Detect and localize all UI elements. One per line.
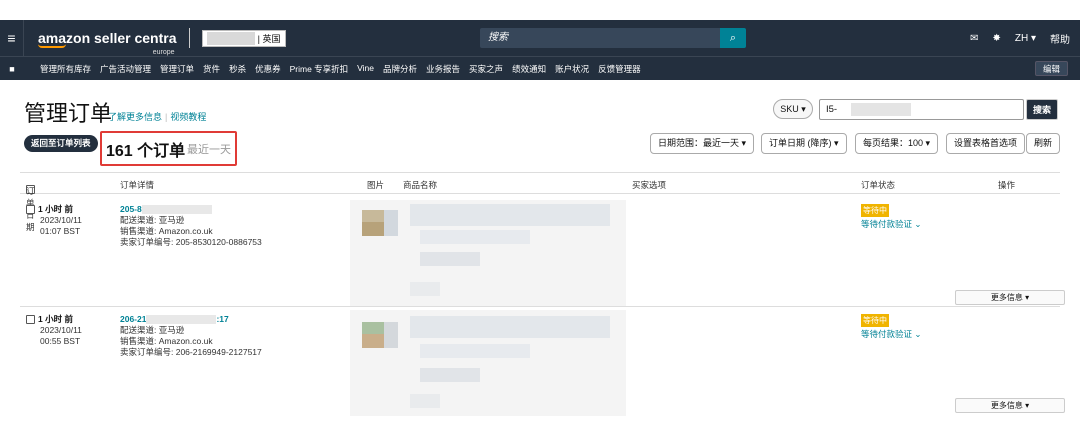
sku-search-input[interactable]: I5-	[819, 99, 1024, 120]
nav-item[interactable]: 优惠券	[255, 63, 281, 75]
nav-item[interactable]: 绩效通知	[512, 63, 546, 75]
help-link[interactable]: 帮助	[1050, 31, 1070, 46]
header-right: ✉ ✸ ZH ▾ 帮助	[970, 20, 1070, 56]
date-range-dropdown[interactable]: 日期范围：最近一天 ▾	[650, 133, 755, 154]
order-details-cell: 205-8 配送渠道: 亚马逊 销售渠道: Amazon.co.uk 卖家订单编…	[120, 204, 262, 248]
learn-more-link[interactable]: 了解更多信息	[108, 112, 162, 122]
col-buyer-options: 买家选项	[632, 180, 667, 190]
divider	[188, 28, 190, 48]
amazon-logo[interactable]: amazon seller centra europe	[38, 31, 177, 56]
menu-icon[interactable]: ≡	[0, 20, 24, 56]
back-to-orders-button[interactable]: 返回至订单列表	[24, 135, 98, 152]
search-button[interactable]: ⌕	[720, 28, 746, 48]
redacted-product	[350, 310, 626, 416]
nav-item[interactable]: 业务报告	[426, 63, 460, 75]
col-product-name: 商品名称	[403, 180, 438, 190]
nav-item[interactable]: Vine	[357, 63, 374, 75]
nav-item[interactable]: 买家之声	[469, 63, 503, 75]
order-count-range: 最近一天	[187, 144, 231, 156]
order-date: 2023/10/11	[40, 325, 82, 335]
redacted-id	[146, 315, 217, 325]
gear-icon[interactable]: ✸	[992, 33, 1000, 44]
more-info-button[interactable]: 更多信息 ▾	[955, 398, 1065, 413]
order-count: 161 个订单	[106, 143, 186, 160]
sku-search-button[interactable]: 搜索	[1026, 99, 1058, 120]
nav-item[interactable]: 秒杀	[229, 63, 246, 75]
col-order-details: 订单详情	[120, 180, 155, 190]
title-links: 了解更多信息 | 视频教程	[108, 110, 206, 123]
order-status-link[interactable]: 等待付款验证 ⌄	[861, 218, 921, 230]
refresh-button[interactable]: 刷新	[1026, 133, 1061, 154]
order-date-cell: 1 小时 前 2023/10/11 01:07 BST	[26, 204, 82, 237]
row-checkbox[interactable]	[26, 315, 35, 325]
table-row: 1 小时 前 2023/10/11 00:55 BST 206-21 :17 配送…	[20, 306, 1065, 418]
order-time: 01:07 BST	[40, 226, 81, 236]
order-status-link[interactable]: 等待付款验证 ⌄	[861, 328, 921, 340]
order-id: 206-21	[120, 314, 147, 324]
redacted-store	[206, 31, 255, 45]
sku-value: I5-	[826, 104, 838, 115]
sku-select[interactable]: SKU ▾	[773, 99, 813, 119]
col-order-status: 订单状态	[861, 180, 896, 190]
nav-item[interactable]: 管理所有库存	[40, 63, 91, 75]
mail-icon[interactable]: ✉	[970, 33, 978, 44]
search-icon: ⌕	[729, 31, 737, 44]
status-badge: 等待中	[861, 204, 889, 217]
smile-icon	[38, 44, 66, 48]
marketplace-label: | 英国	[257, 33, 281, 44]
link-separator: |	[165, 112, 168, 122]
nav-item[interactable]: 账户状况	[555, 63, 589, 75]
nav-item[interactable]: Prime 专享折扣	[290, 63, 349, 75]
row-checkbox[interactable]	[26, 205, 35, 215]
top-bar: ≡ amazon seller centra europe | 英国 搜索 ⌕ …	[0, 20, 1080, 56]
language-selector[interactable]: ZH ▾	[1015, 33, 1036, 44]
redacted-sku	[851, 102, 912, 116]
redacted-id	[141, 205, 212, 215]
video-tutorial-link[interactable]: 视频教程	[170, 112, 206, 122]
order-age: 1 小时 前	[38, 204, 73, 214]
edit-nav-button[interactable]: 编辑	[1034, 61, 1068, 76]
redacted-product	[350, 200, 626, 306]
order-id-link[interactable]: 205-8	[120, 204, 262, 215]
page-title: 管理订单	[24, 101, 113, 126]
nav-item[interactable]: 管理订单	[160, 63, 194, 75]
more-info-button[interactable]: 更多信息 ▾	[955, 290, 1065, 305]
order-id-link[interactable]: 206-21 :17	[120, 314, 262, 325]
order-time: 00:55 BST	[40, 336, 81, 346]
nav-bar: ■ 管理所有库存 广告活动管理 管理订单 货件 秒杀 优惠券 Prime 专享折扣 Vine 品…	[0, 56, 1080, 80]
table-prefs-button[interactable]: 设置表格首选项	[946, 133, 1026, 154]
order-details-cell: 206-21 :17 配送渠道: 亚马逊 销售渠道: Amazon.co.uk 卖…	[120, 314, 262, 358]
nav-item[interactable]: 反馈管理器	[598, 63, 641, 75]
fulfillment-channel: 配送渠道: 亚马逊	[120, 325, 185, 335]
table-row: 1 小时 前 2023/10/11 01:07 BST 205-8 配送渠道: …	[20, 196, 1065, 308]
sales-channel: 销售渠道: Amazon.co.uk	[120, 336, 213, 346]
nav-item[interactable]: 货件	[203, 63, 220, 75]
seller-order-id: 卖家订单编号: 205-8530120-0886753	[120, 237, 262, 247]
status-badge: 等待中	[861, 314, 889, 327]
order-id-tail: :17	[216, 314, 229, 324]
sales-channel: 销售渠道: Amazon.co.uk	[120, 226, 213, 236]
seller-order-id: 卖家订单编号: 206-2169949-2127517	[120, 347, 262, 357]
global-search-input[interactable]: 搜索	[480, 28, 720, 48]
marketplace-selector[interactable]: | 英国	[201, 29, 286, 47]
order-date-cell: 1 小时 前 2023/10/11 00:55 BST	[26, 314, 82, 347]
table-header: 订单日期 订单详情 图片 商品名称 买家选项 订单状态 操作	[20, 172, 1060, 232]
order-age: 1 小时 前	[38, 314, 73, 324]
results-per-page-dropdown[interactable]: 每页结果：100 ▾	[855, 133, 939, 154]
nav-item[interactable]: 品牌分析	[383, 63, 417, 75]
col-image: 图片	[367, 180, 385, 190]
order-date: 2023/10/11	[40, 215, 82, 225]
order-id: 205-8	[120, 204, 142, 214]
fulfillment-channel: 配送渠道: 亚马逊	[120, 215, 185, 225]
order-date-sort-dropdown[interactable]: 订单日期 (降序) ▾	[761, 133, 847, 154]
nav-item[interactable]: 广告活动管理	[100, 63, 151, 75]
bookmark-icon[interactable]: ■	[0, 64, 24, 74]
nav-items: 管理所有库存 广告活动管理 管理订单 货件 秒杀 优惠券 Prime 专享折扣 Vine 品牌分…	[40, 63, 641, 75]
col-actions: 操作	[998, 180, 1016, 190]
